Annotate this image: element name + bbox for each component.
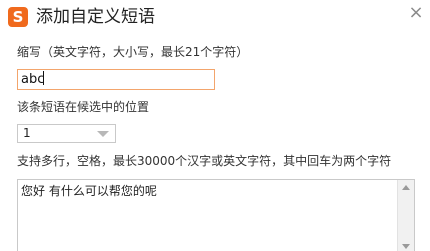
add-custom-phrase-dialog: S 添加自定义短语 × 缩写（英文字符，大小写，最长21个字符） abc 该条短… (0, 0, 430, 251)
scroll-up-icon[interactable] (402, 185, 410, 190)
phrase-textarea[interactable]: 您好 有什么可以帮您的呢 (17, 179, 415, 251)
phrase-value: 您好 有什么可以帮您的呢 (21, 184, 157, 198)
dropdown-arrow-icon[interactable] (97, 131, 109, 137)
scroll-down-icon[interactable] (402, 244, 410, 249)
sogou-logo-icon: S (8, 7, 28, 27)
position-selected-value: 1 (23, 126, 31, 140)
phrase-label: 支持多行，空格，最长30000个汉字或英文字符，其中回车为两个字符 (17, 154, 392, 168)
abbreviation-value: abc (21, 72, 45, 87)
dialog-title: 添加自定义短语 (36, 7, 155, 27)
vertical-scrollbar[interactable] (397, 180, 414, 251)
position-select[interactable]: 1 (17, 124, 116, 143)
abbreviation-label: 缩写（英文字符，大小写，最长21个字符） (17, 45, 249, 59)
close-icon[interactable]: × (406, 3, 426, 23)
title-bar: S 添加自定义短语 × (0, 0, 430, 36)
position-label: 该条短语在候选中的位置 (17, 100, 150, 114)
abbreviation-input[interactable]: abc (17, 69, 215, 90)
text-caret (43, 71, 45, 85)
